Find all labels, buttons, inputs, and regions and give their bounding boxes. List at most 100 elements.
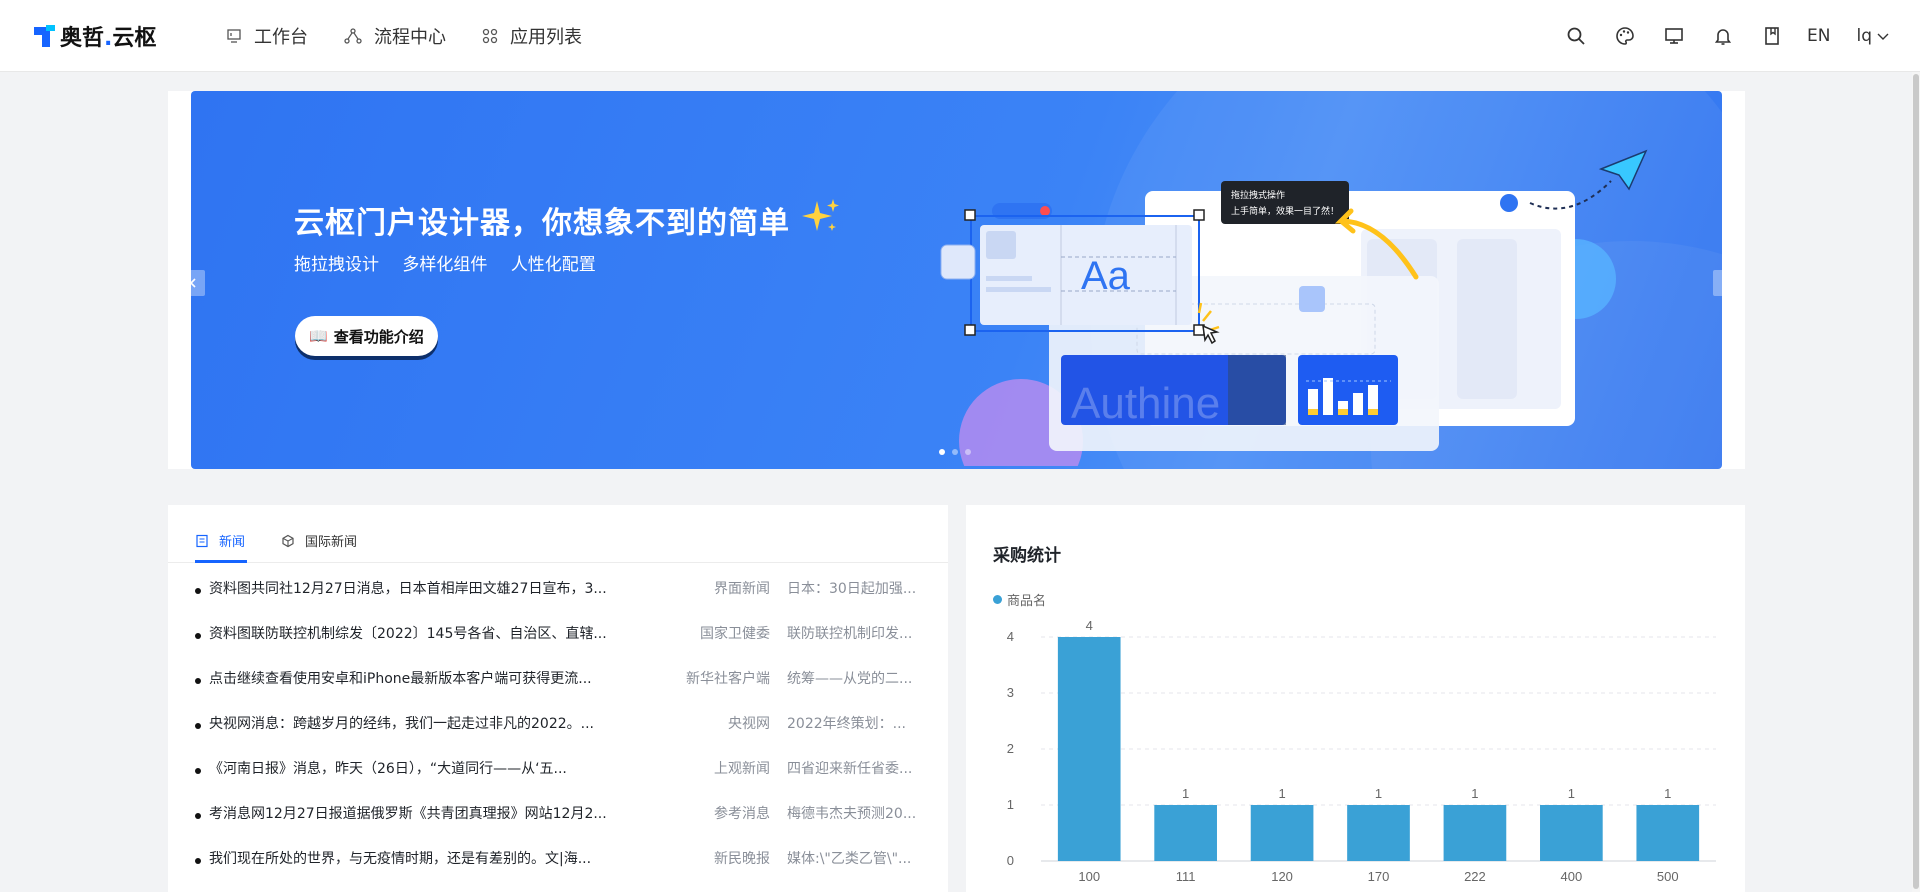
y-tick-label: 1 — [1007, 797, 1014, 812]
bar — [1154, 805, 1217, 861]
news-row[interactable]: 我们现在所处的世界，与无疫情时期，还是有差别的。文|海... 新民晚报 媒体:\"乙… — [168, 834, 948, 879]
search-button[interactable] — [1563, 23, 1589, 49]
nav-item-label: 工作台 — [254, 27, 308, 48]
news-title: 资料图共同社12月27日消息，日本首相岸田文雄27日宣布，3... — [209, 581, 607, 597]
news-summary: 梅德韦杰夫预测20... — [787, 806, 917, 822]
theme-button[interactable] — [1612, 23, 1638, 49]
carousel-dot[interactable] — [965, 449, 971, 455]
bar-value-label: 1 — [1568, 786, 1575, 801]
news-row[interactable]: 央视网消息：跨越岁月的经纬，我们一起走过非凡的2022。... 央视网 2022年终… — [168, 699, 948, 744]
news-row[interactable]: 点击继续查看使用安卓和iPhone最新版本客户端可获得更流... 新华社客户端 统筹… — [168, 654, 948, 699]
y-tick-label: 2 — [1007, 741, 1014, 756]
feature-intro-label: 查看功能介绍 — [333, 327, 424, 346]
bullet-dot — [195, 678, 201, 684]
username: lq — [1856, 26, 1872, 46]
promo-banner: 云枢门户设计器，你想象不到的简单 拖拉拽设计 多样化组件 人性化配置 📖 查看功… — [191, 91, 1722, 469]
monitor-icon — [227, 29, 241, 43]
news-title: 资料图联防联控机制综发〔2022〕145号各省、自治区、直辖... — [209, 626, 607, 642]
carousel-dot[interactable] — [939, 449, 945, 455]
news-summary: 联防联控机制印发... — [787, 626, 913, 642]
flow-icon — [344, 28, 362, 44]
news-icon — [196, 534, 208, 547]
search-icon — [1567, 27, 1585, 45]
notification-button[interactable] — [1710, 23, 1736, 49]
grid-icon — [482, 28, 498, 44]
news-row[interactable]: 资料图共同社12月27日消息，日本首相岸田文雄27日宣布，3... 界面新闻 日本：… — [168, 564, 948, 609]
banner-tooltip-line1: 拖拉拽式操作 — [1231, 189, 1285, 201]
bar-value-label: 1 — [1471, 786, 1478, 801]
x-tick-label: 222 — [1464, 869, 1486, 884]
book-icon — [1765, 27, 1779, 45]
bar — [1347, 805, 1410, 861]
sparkle-icon — [802, 199, 839, 231]
banner-feature: 多样化组件 — [402, 255, 488, 275]
banner-feature: 拖拉拽设计 — [294, 255, 379, 275]
nav-item-workbench[interactable]: 工作台 — [226, 23, 308, 49]
news-summary: 四省迎来新任省委... — [787, 761, 913, 777]
bullet-dot — [195, 768, 201, 774]
banner-tooltip-line2: 上手简单，效果一目了然！ — [1231, 205, 1339, 217]
nav-item-app-list[interactable]: 应用列表 — [482, 23, 582, 49]
scrollbar-thumb[interactable] — [1913, 74, 1919, 889]
news-source: 央视网 — [728, 716, 770, 732]
tab-international-news[interactable]: 国际新闻 — [281, 531, 357, 550]
news-summary: 日本：30日起加强... — [787, 581, 917, 597]
bar-value-label: 1 — [1375, 786, 1382, 801]
news-row[interactable]: 《河南日报》消息，昨天（26日），“大道同行——从‘五... 上观新闻 四省迎来新任… — [168, 744, 948, 789]
app-logo[interactable]: 奥哲.云枢 — [34, 22, 156, 51]
nav-item-process-center[interactable]: 流程中心 — [344, 23, 446, 49]
logo-mark-icon — [34, 25, 56, 47]
carousel-dot[interactable] — [952, 449, 958, 455]
banner-watermark: Authine — [1071, 379, 1220, 428]
bullet-dot — [195, 723, 201, 729]
news-source: 上观新闻 — [714, 761, 770, 777]
cube-icon — [282, 534, 294, 547]
purchase-bar-chart: 012344100111111201170122214001500 — [1007, 618, 1716, 884]
tab-news[interactable]: 新闻 — [195, 531, 245, 550]
bullet-dot — [195, 633, 201, 639]
desktop-button[interactable] — [1661, 23, 1687, 49]
bar-value-label: 1 — [1278, 786, 1285, 801]
feature-intro-button[interactable]: 📖 查看功能介绍 — [295, 316, 438, 356]
user-menu[interactable]: lq — [1856, 26, 1890, 46]
news-row[interactable]: 资料图联防联控机制综发〔2022〕145号各省、自治区、直辖... 国家卫健委 联防… — [168, 609, 948, 654]
portal-designer-illustration: Authine Aa 拖拉拽式操作 上手简单，效果一目了然！ — [940, 149, 1648, 466]
chart-title: 采购统计 — [993, 546, 1061, 566]
carousel-indicators — [939, 449, 978, 455]
nav-item-label: 应用列表 — [510, 27, 582, 48]
language-switch[interactable]: EN — [1807, 26, 1830, 46]
news-source: 参考消息 — [714, 806, 770, 822]
news-source: 界面新闻 — [714, 581, 770, 597]
news-row[interactable]: 考消息网12月27日报道据俄罗斯《共青团真理报》网站12月2... 参考消息 梅德韦… — [168, 789, 948, 834]
banner-feature: 人性化配置 — [510, 255, 596, 275]
nav-item-label: 流程中心 — [374, 27, 446, 48]
docs-button[interactable] — [1759, 23, 1785, 49]
bullet-dot — [195, 858, 201, 864]
news-tabs: 新闻 国际新闻 — [168, 505, 948, 563]
legend-marker — [993, 595, 1002, 604]
active-tab-indicator — [195, 560, 247, 563]
x-tick-label: 100 — [1078, 869, 1100, 884]
news-title: 点击继续查看使用安卓和iPhone最新版本客户端可获得更流... — [209, 671, 592, 687]
x-tick-label: 400 — [1561, 869, 1583, 884]
page-scrollbar[interactable] — [1912, 72, 1920, 892]
bar — [1443, 805, 1507, 861]
bar — [1540, 805, 1603, 861]
news-title: 考消息网12月27日报道据俄罗斯《共青团真理报》网站12月2... — [209, 806, 607, 822]
y-tick-label: 0 — [1007, 853, 1014, 868]
bell-icon — [1714, 29, 1732, 45]
x-tick-label: 500 — [1657, 869, 1679, 884]
bar-value-label: 4 — [1086, 618, 1093, 633]
tab-label: 新闻 — [219, 535, 246, 550]
banner-title: 云枢门户设计器，你想象不到的简单 — [294, 206, 790, 241]
x-tick-label: 170 — [1368, 869, 1390, 884]
tab-label: 国际新闻 — [305, 535, 358, 550]
header-tools: EN lq — [1540, 18, 1890, 54]
news-summary: 媒体:\"乙类乙管\"... — [787, 851, 912, 867]
chevron-right-icon — [1722, 278, 1729, 288]
bullet-dot — [195, 813, 201, 819]
carousel-prev-button[interactable] — [181, 270, 205, 296]
news-summary: 统筹——从党的二... — [787, 671, 913, 687]
desktop-icon — [1665, 28, 1683, 44]
carousel-next-button[interactable] — [1713, 270, 1737, 296]
